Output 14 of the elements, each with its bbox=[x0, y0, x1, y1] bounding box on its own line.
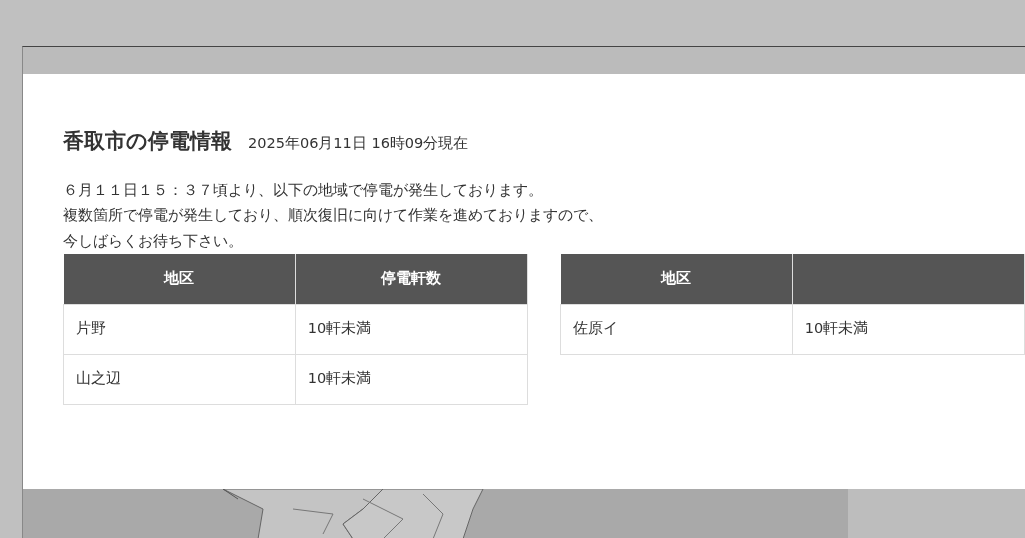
notice-text: ６月１１日１５：３７頃より、以下の地域で停電が発生しております。 bbox=[63, 180, 544, 200]
notice-text: 複数箇所で停電が発生しており、順次復旧に向けて作業を進めておりますので、 bbox=[63, 206, 604, 225]
page-title: 香取市の停電情報 bbox=[63, 128, 232, 155]
notice-text: 今しばらくお待ち下さい。 bbox=[63, 231, 244, 251]
table-cell: 佐原イ bbox=[560, 304, 793, 354]
table-cell: 片野 bbox=[63, 304, 296, 354]
table-cell: 10軒未満 bbox=[295, 354, 528, 404]
column-header: 地区 bbox=[63, 254, 296, 304]
table-cell: 山之辺 bbox=[63, 354, 296, 404]
column-header: 停電軒数 bbox=[295, 254, 528, 304]
column-header: 地区 bbox=[560, 254, 793, 304]
table-cell: 10軒未満 bbox=[295, 304, 528, 354]
table-cell: 10軒未満 bbox=[792, 304, 1025, 354]
timestamp: 2025年06月11日 16時09分現在 bbox=[248, 134, 469, 153]
